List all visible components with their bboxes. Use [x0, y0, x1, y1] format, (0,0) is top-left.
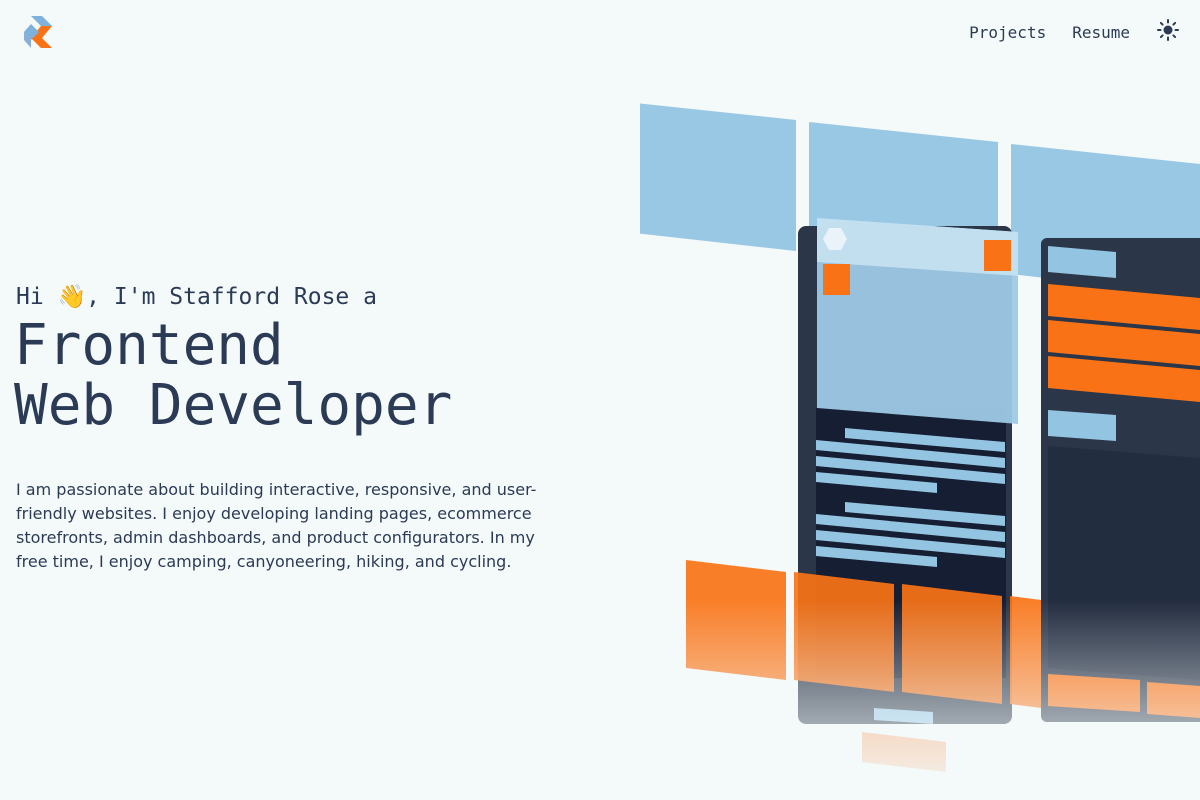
hero-bio: I am passionate about building interacti… — [16, 480, 537, 571]
sr-logo-icon[interactable] — [22, 14, 58, 50]
hero-illustration — [405, 60, 1200, 800]
hero-greeting: Hi 👋, I'm Stafford Rose a — [16, 284, 377, 310]
main-nav: Projects Resume — [969, 16, 1180, 48]
theme-toggle-button[interactable] — [1156, 19, 1180, 45]
hero-title-line-2: Web Developer — [14, 373, 453, 438]
hero-title-line-1: Frontend — [14, 313, 284, 378]
sun-icon — [1157, 19, 1179, 45]
site-header: Projects Resume — [0, 0, 1200, 64]
hero-title: Frontend Web Developer — [14, 316, 576, 436]
hero-intro: Hi 👋, I'm Stafford Rose a Frontend Web D… — [14, 282, 576, 574]
nav-projects-link[interactable]: Projects — [969, 23, 1046, 42]
nav-resume-link[interactable]: Resume — [1072, 23, 1130, 42]
